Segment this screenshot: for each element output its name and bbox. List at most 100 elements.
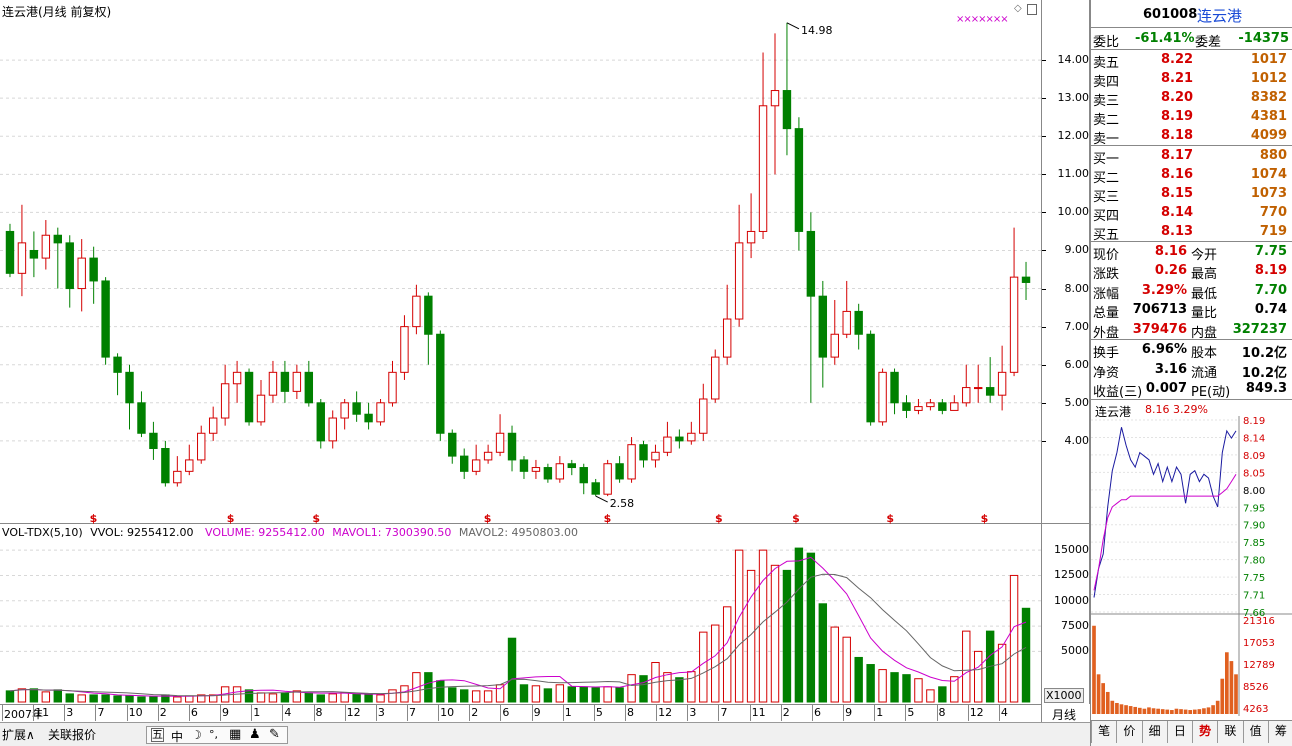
keyboard-icon[interactable]: ▦ bbox=[229, 727, 241, 742]
time-tick bbox=[593, 705, 595, 721]
candle-body bbox=[782, 90, 792, 130]
wrench-icon[interactable]: ✎ bbox=[269, 727, 280, 742]
buy-row[interactable]: 买二 8.16 1074 bbox=[1091, 166, 1291, 186]
candle-body bbox=[675, 436, 684, 442]
candle-body bbox=[208, 417, 218, 434]
volume-bar bbox=[675, 677, 684, 703]
volume-bar bbox=[687, 671, 696, 703]
volume-bar bbox=[89, 694, 98, 703]
volume-bar bbox=[794, 547, 804, 703]
volume-bar bbox=[806, 552, 816, 703]
volume-bar bbox=[316, 694, 325, 703]
time-tick bbox=[406, 705, 408, 721]
volume-bar bbox=[77, 694, 86, 703]
volume-bar bbox=[400, 685, 409, 703]
candle-body bbox=[376, 402, 385, 423]
volume-bar bbox=[268, 693, 278, 703]
stats-block: 现价 8.16 今开 7.75 涨跌 0.26 最高 8.19 涨幅 3.29% 最低 7.70 总量 7… bbox=[1091, 243, 1292, 341]
sell-label: 卖四 bbox=[1093, 75, 1120, 90]
price-axis-label: 14.00 bbox=[1057, 53, 1090, 67]
stat2-value: 10.2亿 bbox=[1241, 365, 1287, 381]
volume-bar bbox=[376, 694, 385, 703]
sell-row[interactable]: 卖四 8.21 1012 bbox=[1091, 70, 1291, 90]
vol-axis-label: 12500 bbox=[1054, 568, 1089, 582]
volume-chart[interactable] bbox=[0, 524, 1042, 704]
buy-price: 8.15 bbox=[1161, 186, 1194, 201]
right-tab[interactable]: 日 bbox=[1166, 721, 1192, 743]
kline-chart[interactable]: 14.98 2.58 $ $ $ $ $ $ $ $ $ bbox=[0, 0, 1042, 524]
volume-bar bbox=[627, 674, 636, 703]
mini-intraday-chart[interactable]: 8.19 8.14 8.09 8.05 8.00 7.95 7.90 7.85 7.80 7.75… bbox=[1091, 416, 1292, 716]
volume-bar bbox=[364, 694, 373, 703]
right-tab[interactable]: 笔 bbox=[1091, 721, 1116, 743]
mini-price-label: 7.85 bbox=[1243, 538, 1265, 549]
time-tick bbox=[95, 705, 97, 721]
price-tick bbox=[1042, 174, 1046, 176]
time-tick bbox=[251, 705, 253, 721]
sell-row[interactable]: 卖三 8.20 8382 bbox=[1091, 89, 1291, 109]
buy-row[interactable]: 买四 8.14 770 bbox=[1091, 204, 1291, 224]
mini-volume-label: 17053 bbox=[1243, 638, 1275, 649]
volume-bar bbox=[758, 549, 768, 703]
price-axis-label: 10.00 bbox=[1057, 205, 1090, 219]
stat-label: 最低 bbox=[1191, 286, 1218, 302]
volume-bar bbox=[531, 685, 541, 703]
buy-row[interactable]: 买三 8.15 1073 bbox=[1091, 185, 1291, 205]
sell-row[interactable]: 卖二 8.19 4381 bbox=[1091, 108, 1291, 128]
candle-body bbox=[806, 230, 816, 297]
kline-panel[interactable]: 连云港(月线 前复权) ××××××× ◇ 14.98 2.58 $ $ $ $ $ $ $ $ $ bbox=[0, 0, 1042, 524]
time-tick bbox=[438, 705, 440, 721]
volume-bar bbox=[938, 686, 947, 703]
zhong-icon[interactable]: 中 bbox=[171, 728, 183, 745]
volume-bar bbox=[711, 624, 720, 703]
stat2-label: 换手 bbox=[1093, 346, 1120, 361]
price-axis-label: 4.00 bbox=[1064, 433, 1090, 447]
candle-body bbox=[603, 463, 612, 495]
wu-icon[interactable]: 五 bbox=[151, 728, 164, 742]
volume-bar bbox=[173, 696, 182, 703]
buy-price: 8.13 bbox=[1161, 224, 1194, 239]
candle-body bbox=[866, 333, 875, 423]
sell-price: 8.22 bbox=[1161, 52, 1194, 67]
sell-volume: 8382 bbox=[1250, 90, 1287, 105]
stat2-label: 流通 bbox=[1191, 365, 1218, 381]
buy-row[interactable]: 买一 8.17 880 bbox=[1091, 147, 1291, 167]
punct-icon[interactable]: °, bbox=[209, 728, 218, 741]
right-tab[interactable]: 价 bbox=[1116, 721, 1141, 743]
sell-volume: 1012 bbox=[1250, 71, 1287, 86]
right-tab[interactable]: 势 bbox=[1192, 721, 1217, 743]
volume-axis: 15000 12500 10000 7500 5000 X1000 bbox=[1042, 524, 1090, 704]
candle-body bbox=[424, 295, 433, 335]
sell-row[interactable]: 卖一 8.18 4099 bbox=[1091, 127, 1291, 147]
right-tab[interactable]: 联 bbox=[1217, 721, 1242, 743]
sell-row[interactable]: 卖五 8.22 1017 bbox=[1091, 51, 1291, 71]
time-axis-label: 7 bbox=[408, 706, 416, 719]
mini-volume-label: 12789 bbox=[1243, 660, 1275, 671]
tab-extend[interactable]: 扩展∧ bbox=[2, 726, 35, 743]
buy-label: 买四 bbox=[1093, 209, 1120, 224]
time-tick bbox=[656, 705, 658, 721]
volume-bar bbox=[460, 689, 469, 703]
stat-value: 3.29% bbox=[1141, 282, 1187, 298]
tab-related-quote[interactable]: 关联报价 bbox=[48, 726, 96, 743]
time-axis-label: 6 bbox=[190, 706, 198, 719]
buy-row[interactable]: 买五 8.13 719 bbox=[1091, 223, 1291, 243]
moon-icon[interactable]: ☽ bbox=[191, 728, 202, 742]
candle-body bbox=[185, 459, 194, 472]
time-axis-label: 1 bbox=[564, 706, 572, 719]
candle-body bbox=[388, 371, 397, 404]
volume-bar bbox=[543, 688, 553, 703]
time-axis-label: 6 bbox=[502, 706, 510, 719]
mini-price-label: 8.19 bbox=[1243, 416, 1265, 427]
volume-panel[interactable]: VOL-TDX(5,10) VVOL: 9255412.00 VOLUME: 9… bbox=[0, 524, 1042, 704]
period-label[interactable]: 月线 bbox=[1052, 706, 1076, 723]
candle-body bbox=[161, 447, 170, 484]
right-tab[interactable]: 值 bbox=[1242, 721, 1268, 743]
right-tab[interactable]: 细 bbox=[1141, 721, 1167, 743]
user-icon[interactable]: ♟ bbox=[249, 727, 261, 742]
volume-bar bbox=[448, 687, 457, 703]
stat-label: 总量 bbox=[1093, 306, 1120, 322]
right-tab[interactable]: 筹 bbox=[1267, 721, 1292, 743]
time-tick bbox=[344, 705, 346, 721]
stat2-value: 3.16 bbox=[1154, 361, 1187, 377]
